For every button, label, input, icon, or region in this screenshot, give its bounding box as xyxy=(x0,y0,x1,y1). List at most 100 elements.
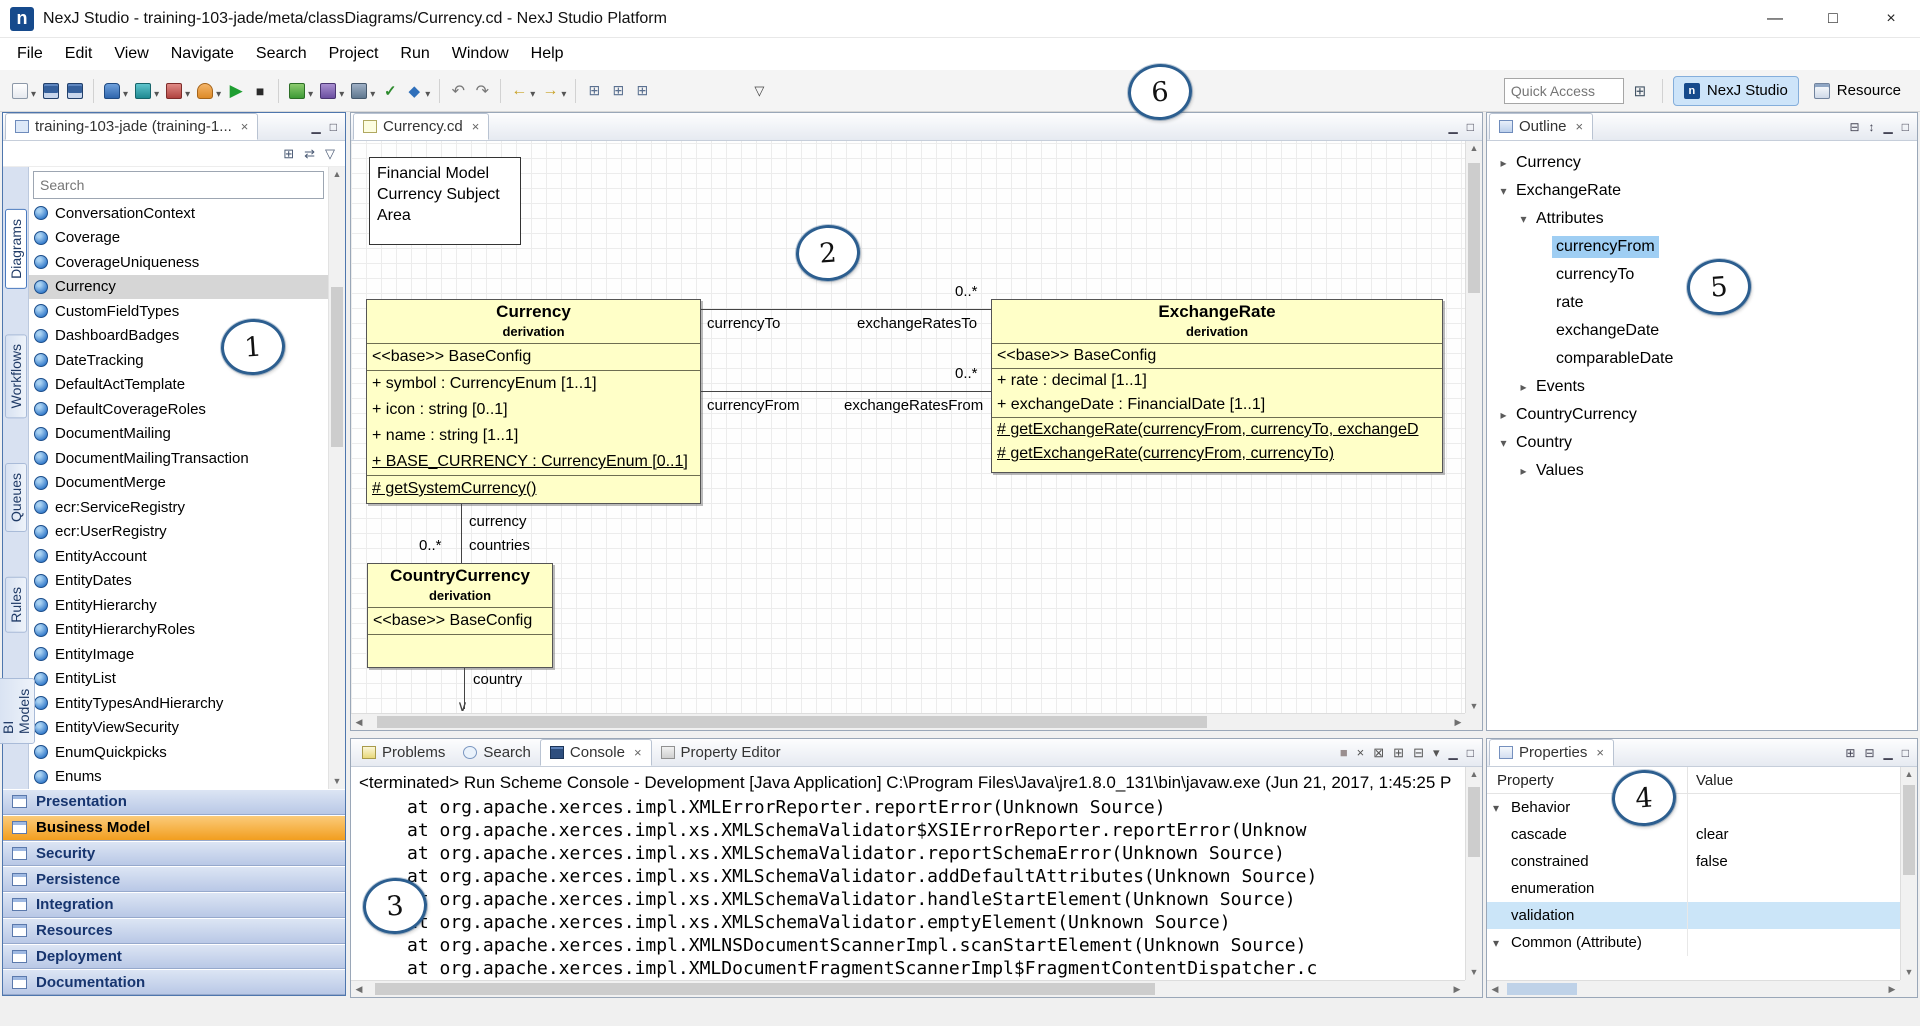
layer-section[interactable]: Security xyxy=(3,841,345,867)
tree-expand-icon[interactable]: ▸ xyxy=(1515,380,1532,394)
class-attribute[interactable]: + exchangeDate : FinancialDate [1..1] xyxy=(992,393,1442,417)
diagram-align-icon[interactable]: ⊞ xyxy=(608,81,628,101)
editor-horizontal-scrollbar[interactable]: ◀ ▶ xyxy=(351,713,1466,730)
properties-horizontal-scrollbar[interactable]: ◀ ▶ xyxy=(1487,980,1900,997)
upgrade-model-caret-icon[interactable]: ▾ xyxy=(123,89,128,100)
uml-class-countrycurrency[interactable]: CountryCurrency derivation <<base>> Base… xyxy=(367,563,553,668)
tools-icon[interactable] xyxy=(318,81,338,101)
layer-section[interactable]: Resources xyxy=(3,918,345,944)
explorer-category-tab[interactable]: Workflows xyxy=(5,334,27,418)
scrollbar-thumb[interactable] xyxy=(1903,785,1915,875)
list-item[interactable]: CoverageUniqueness xyxy=(29,250,328,275)
scroll-up-icon[interactable]: ▲ xyxy=(1466,141,1482,156)
console-horizontal-scrollbar[interactable]: ◀ ▶ xyxy=(351,980,1465,997)
remove-all-launches-icon[interactable]: ⊠ xyxy=(1373,745,1384,761)
tree-expand-icon[interactable]: ▸ xyxy=(1495,408,1512,422)
list-item[interactable]: DefaultCoverageRoles xyxy=(29,397,328,422)
scroll-down-icon[interactable]: ▼ xyxy=(329,774,345,789)
link-with-editor-icon[interactable]: ⇄ xyxy=(304,146,315,162)
list-item[interactable]: EntityDates xyxy=(29,569,328,594)
properties-minimize-icon[interactable]: ▁ xyxy=(1884,746,1893,760)
layer-section[interactable]: Persistence xyxy=(3,866,345,892)
list-item[interactable]: ecr:ServiceRegistry xyxy=(29,495,328,520)
list-item[interactable]: Currency xyxy=(29,275,328,300)
scrollbar-thumb[interactable] xyxy=(377,716,1207,728)
new-wizard-caret-icon[interactable]: ▾ xyxy=(31,89,36,100)
tools-caret-icon[interactable]: ▾ xyxy=(339,89,344,100)
save-all-icon[interactable] xyxy=(65,81,85,101)
settings-caret-icon[interactable]: ▾ xyxy=(370,89,375,100)
class-attribute[interactable]: + symbol : CurrencyEnum [1..1] xyxy=(367,371,700,397)
class-operation[interactable]: # getExchangeRate(currencyFrom, currency… xyxy=(992,442,1442,466)
explorer-scrollbar[interactable]: ▲ ▼ xyxy=(328,167,345,789)
clear-console-icon[interactable]: ⊞ xyxy=(1393,745,1404,761)
scroll-right-icon[interactable]: ▶ xyxy=(1884,981,1900,998)
explorer-minimize-icon[interactable]: ▁ xyxy=(312,120,321,134)
scroll-up-icon[interactable]: ▲ xyxy=(329,167,345,182)
class-attribute[interactable]: + BASE_CURRENCY : CurrencyEnum [0..1] xyxy=(367,449,700,475)
list-item[interactable]: EntityViewSecurity xyxy=(29,716,328,741)
explorer-tab[interactable]: training-103-jade (training-1... × xyxy=(5,113,258,140)
collapse-all-icon[interactable]: ⊞ xyxy=(283,146,294,162)
property-row[interactable]: constrained false xyxy=(1487,848,1900,875)
list-item[interactable]: ecr:UserRegistry xyxy=(29,520,328,545)
scroll-left-icon[interactable]: ◀ xyxy=(351,981,367,998)
scrollbar-thumb[interactable] xyxy=(1507,983,1577,995)
undo-icon[interactable]: ↶ xyxy=(448,81,468,101)
scroll-right-icon[interactable]: ▶ xyxy=(1450,714,1466,731)
property-value[interactable] xyxy=(1687,929,1900,956)
property-value[interactable]: clear xyxy=(1687,821,1900,848)
scroll-down-icon[interactable]: ▼ xyxy=(1466,699,1482,714)
perspective-resource[interactable]: Resource xyxy=(1803,76,1912,106)
property-value[interactable] xyxy=(1687,875,1900,902)
editor-tab-close-icon[interactable]: × xyxy=(472,119,480,134)
category-expand-icon[interactable]: ▾ xyxy=(1487,936,1505,950)
scrollbar-thumb[interactable] xyxy=(1468,163,1480,293)
list-item[interactable]: CustomFieldTypes xyxy=(29,299,328,324)
property-row[interactable]: ▾ Behavior xyxy=(1487,794,1900,821)
outline-maximize-icon[interactable]: □ xyxy=(1902,120,1909,134)
forward-caret-icon[interactable]: ▾ xyxy=(561,89,566,100)
minimize-button[interactable]: — xyxy=(1746,0,1804,38)
properties-collapse-icon[interactable]: ⊟ xyxy=(1864,746,1874,760)
outline-tree-item[interactable]: currencyFrom xyxy=(1487,233,1917,261)
outline-tree-item[interactable]: ▸ Currency xyxy=(1487,149,1917,177)
layer-section[interactable]: Integration xyxy=(3,892,345,918)
validate-caret-icon[interactable]: ▾ xyxy=(154,89,159,100)
outline-tab-close-icon[interactable]: × xyxy=(1576,119,1584,134)
remove-launch-icon[interactable]: × xyxy=(1357,745,1365,760)
outline-tree-item[interactable]: comparableDate xyxy=(1487,345,1917,373)
run-icon[interactable]: ▶ xyxy=(226,81,246,101)
tree-expand-icon[interactable]: ▸ xyxy=(1515,464,1532,478)
diagram-canvas[interactable]: Financial Model Currency Subject Area Cu… xyxy=(351,141,1466,714)
properties-vertical-scrollbar[interactable]: ▲ ▼ xyxy=(1900,767,1917,980)
association-line-countries[interactable] xyxy=(461,504,462,563)
back-caret-icon[interactable]: ▾ xyxy=(530,89,535,100)
outline-tab[interactable]: Outline × xyxy=(1489,113,1593,140)
outline-sort-icon[interactable]: ↕ xyxy=(1869,120,1875,134)
layer-section[interactable]: Deployment xyxy=(3,944,345,970)
diagram-layout-icon[interactable]: ⊞ xyxy=(584,81,604,101)
console-terminate-icon[interactable]: ■ xyxy=(250,81,270,101)
search-input[interactable] xyxy=(33,171,324,199)
list-item[interactable]: DocumentMailingTransaction xyxy=(29,446,328,471)
scroll-up-icon[interactable]: ▲ xyxy=(1466,767,1482,782)
user-caret-icon[interactable]: ▾ xyxy=(216,89,221,100)
validate-check-icon[interactable]: ✓ xyxy=(380,81,400,101)
outline-tree-item[interactable]: exchangeDate xyxy=(1487,317,1917,345)
properties-maximize-icon[interactable]: □ xyxy=(1902,746,1909,760)
scroll-left-icon[interactable]: ◀ xyxy=(351,714,367,731)
class-attribute[interactable]: + rate : decimal [1..1] xyxy=(992,369,1442,393)
view-menu-icon[interactable]: ▽ xyxy=(325,146,335,162)
scrollbar-thumb[interactable] xyxy=(331,287,343,447)
scroll-down-icon[interactable]: ▼ xyxy=(1466,965,1482,980)
property-row[interactable]: cascade clear xyxy=(1487,821,1900,848)
tree-expand-icon[interactable]: ▾ xyxy=(1515,212,1532,226)
list-item[interactable]: DocumentMailing xyxy=(29,422,328,447)
list-item[interactable]: DefaultActTemplate xyxy=(29,373,328,398)
editor-tab-currency-cd[interactable]: Currency.cd × xyxy=(353,113,489,140)
menu-item[interactable]: Navigate xyxy=(160,40,245,68)
upgrade-model-icon[interactable] xyxy=(102,81,122,101)
metadata-caret-icon[interactable]: ▾ xyxy=(185,89,190,100)
list-item[interactable]: EnumQuickpicks xyxy=(29,740,328,765)
